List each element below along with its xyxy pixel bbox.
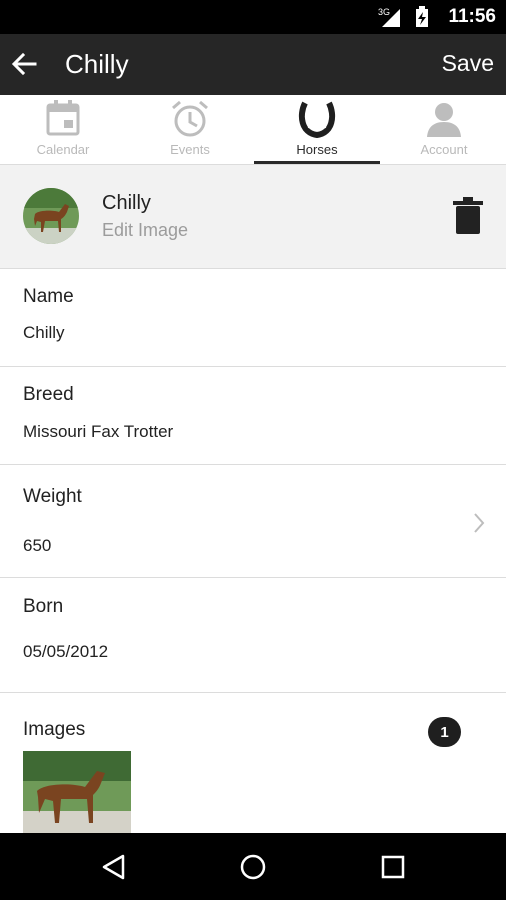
weight-value: 650 bbox=[23, 536, 52, 555]
signal-icon: 3G bbox=[378, 6, 428, 27]
tab-events[interactable]: Events bbox=[127, 95, 253, 164]
nav-back-button[interactable] bbox=[92, 845, 136, 889]
tab-account[interactable]: Account bbox=[381, 95, 506, 164]
tab-horses[interactable]: Horses bbox=[254, 95, 380, 164]
born-label: Born bbox=[23, 596, 64, 617]
status-icons: 3G bbox=[378, 6, 438, 33]
alarm-clock-icon bbox=[172, 100, 208, 137]
name-value: Chilly bbox=[23, 323, 65, 342]
horse-name: Chilly bbox=[102, 192, 151, 214]
network-type-label: 3G bbox=[378, 7, 390, 17]
weight-field[interactable]: Weight 650 bbox=[0, 465, 506, 578]
tab-bar: Calendar Events Horses Account bbox=[0, 95, 506, 165]
breed-label: Breed bbox=[23, 384, 74, 405]
edit-image-link[interactable]: Edit Image bbox=[102, 220, 188, 241]
horse-image-thumbnail[interactable] bbox=[23, 751, 131, 833]
horse-header-card: Chilly Edit Image bbox=[0, 165, 506, 269]
horse-avatar[interactable] bbox=[23, 188, 79, 244]
calendar-icon bbox=[46, 100, 80, 136]
page-title: Chilly bbox=[65, 49, 129, 79]
images-count-badge: 1 bbox=[428, 717, 461, 747]
breed-field[interactable]: Breed Missouri Fax Trotter bbox=[0, 367, 506, 465]
born-field[interactable]: Born 05/05/2012 bbox=[0, 578, 506, 693]
square-recents-icon bbox=[381, 855, 405, 879]
tab-calendar[interactable]: Calendar bbox=[0, 95, 126, 164]
born-value: 05/05/2012 bbox=[23, 642, 109, 661]
images-label: Images bbox=[23, 719, 86, 740]
nav-recents-button[interactable] bbox=[371, 845, 415, 889]
tab-label: Horses bbox=[296, 142, 338, 157]
tab-label: Events bbox=[170, 142, 210, 157]
app-toolbar: Chilly Save bbox=[0, 34, 506, 95]
name-label: Name bbox=[23, 286, 74, 307]
status-time: 11:56 bbox=[448, 6, 496, 27]
save-button[interactable]: Save bbox=[442, 50, 494, 77]
system-nav-bar bbox=[0, 833, 506, 900]
delete-button[interactable] bbox=[452, 197, 486, 235]
nav-home-button[interactable] bbox=[231, 845, 275, 889]
trash-icon bbox=[453, 197, 483, 234]
name-field[interactable]: Name Chilly bbox=[0, 269, 506, 367]
horseshoe-icon bbox=[298, 101, 336, 139]
chevron-right-icon bbox=[474, 513, 485, 533]
breed-value: Missouri Fax Trotter bbox=[23, 422, 174, 441]
arrow-left-icon bbox=[11, 52, 37, 76]
back-button[interactable] bbox=[8, 48, 40, 80]
tab-label: Calendar bbox=[36, 142, 90, 157]
weight-label: Weight bbox=[23, 486, 82, 507]
circle-home-icon bbox=[240, 854, 266, 880]
triangle-back-icon bbox=[102, 854, 125, 880]
tab-label: Account bbox=[420, 142, 468, 157]
person-icon bbox=[427, 103, 461, 137]
status-bar: 3G 11:56 bbox=[0, 0, 506, 34]
